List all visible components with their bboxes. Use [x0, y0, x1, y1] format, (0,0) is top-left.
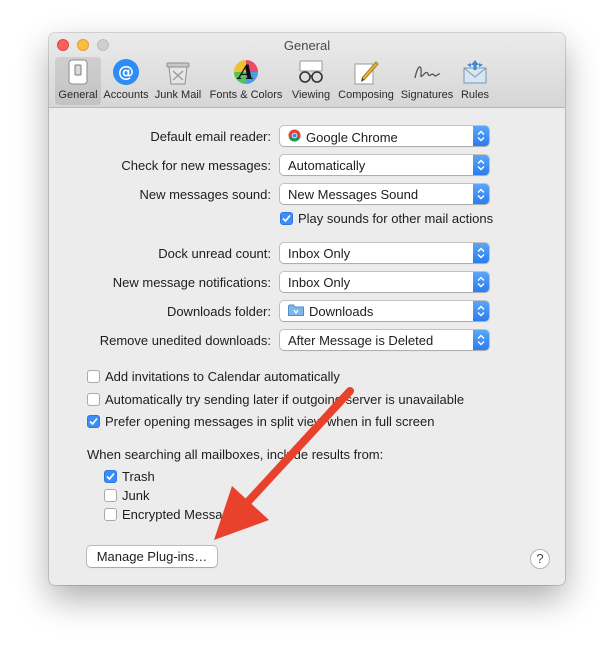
default-reader-label: Default email reader:: [150, 129, 271, 144]
dock-unread-value: Inbox Only: [288, 246, 351, 261]
manage-plugins-button[interactable]: Manage Plug-ins…: [87, 546, 217, 567]
search-encrypted-label: Encrypted Messages: [122, 507, 244, 522]
general-settings-pane: Default email reader: Google Chrome Chec…: [49, 108, 565, 585]
chevron-updown-icon: [473, 272, 489, 292]
checkmark-icon: [280, 212, 293, 225]
folder-icon: [288, 304, 304, 319]
default-reader-popup[interactable]: Google Chrome: [280, 126, 489, 146]
svg-text:@: @: [118, 62, 134, 81]
chevron-updown-icon: [473, 243, 489, 263]
checkmark-icon: [87, 415, 100, 428]
tab-general-label: General: [58, 89, 98, 101]
chevron-updown-icon: [473, 184, 489, 204]
junk-mail-trash-icon: [163, 57, 193, 87]
try-sending-later-label: Automatically try sending later if outgo…: [105, 392, 465, 407]
tab-general[interactable]: General: [55, 57, 101, 105]
notifications-popup[interactable]: Inbox Only: [280, 272, 489, 292]
remove-downloads-popup[interactable]: After Message is Deleted: [280, 330, 489, 350]
accounts-at-icon: @: [111, 57, 141, 87]
try-sending-later-checkbox[interactable]: Automatically try sending later if outgo…: [87, 392, 464, 407]
chrome-icon: [288, 129, 301, 145]
signature-icon: [412, 57, 442, 87]
messages-sound-value: New Messages Sound: [288, 187, 419, 202]
checkbox-empty: [87, 393, 100, 406]
dock-unread-popup[interactable]: Inbox Only: [280, 243, 489, 263]
chevron-updown-icon: [473, 301, 489, 321]
add-invitations-label: Add invitations to Calendar automaticall…: [105, 369, 340, 384]
tab-rules[interactable]: Rules: [457, 57, 493, 105]
rules-envelope-icon: [460, 57, 490, 87]
tab-signatures-label: Signatures: [400, 89, 454, 101]
notifications-label: New message notifications:: [112, 275, 271, 290]
viewing-glasses-icon: [296, 57, 326, 87]
tab-fonts-colors[interactable]: A Fonts & Colors: [207, 57, 285, 105]
remove-downloads-label: Remove unedited downloads:: [99, 333, 271, 348]
chevron-updown-icon: [473, 330, 489, 350]
downloads-folder-value: Downloads: [309, 304, 374, 319]
notifications-row: New message notifications: Inbox Only: [49, 272, 565, 294]
fonts-colors-icon: A: [231, 57, 261, 87]
checkbox-empty: [104, 489, 117, 502]
messages-sound-popup[interactable]: New Messages Sound: [280, 184, 489, 204]
checkbox-empty: [104, 508, 117, 521]
split-view-label: Prefer opening messages in split view wh…: [105, 414, 435, 429]
search-encrypted-checkbox[interactable]: Encrypted Messages: [104, 507, 243, 522]
general-switch-icon: [63, 57, 93, 87]
downloads-folder-row: Downloads folder: Downloads: [49, 301, 565, 323]
tab-junk-mail-label: Junk Mail: [154, 89, 202, 101]
tab-viewing-label: Viewing: [291, 89, 331, 101]
play-sounds-label: Play sounds for other mail actions: [298, 211, 494, 226]
tab-rules-label: Rules: [460, 89, 490, 101]
default-reader-row: Default email reader: Google Chrome: [49, 126, 565, 148]
preferences-window: General General @ Accounts Junk Mail A F…: [49, 33, 565, 585]
chevron-updown-icon: [473, 155, 489, 175]
messages-sound-label: New messages sound:: [139, 187, 271, 202]
remove-downloads-value: After Message is Deleted: [288, 333, 434, 348]
search-trash-label: Trash: [122, 469, 155, 484]
check-messages-label: Check for new messages:: [121, 158, 271, 173]
dock-unread-row: Dock unread count: Inbox Only: [49, 243, 565, 265]
check-messages-popup[interactable]: Automatically: [280, 155, 489, 175]
tab-accounts[interactable]: @ Accounts: [101, 57, 151, 105]
titlebar: General General @ Accounts Junk Mail A F…: [49, 33, 565, 108]
add-invitations-checkbox[interactable]: Add invitations to Calendar automaticall…: [87, 369, 340, 384]
tab-junk-mail[interactable]: Junk Mail: [153, 57, 203, 105]
composing-pencil-icon: [351, 57, 381, 87]
notifications-value: Inbox Only: [288, 275, 351, 290]
tab-accounts-label: Accounts: [103, 89, 149, 101]
check-messages-value: Automatically: [288, 158, 366, 173]
tab-signatures[interactable]: Signatures: [399, 57, 455, 105]
chevron-updown-icon: [473, 126, 489, 146]
downloads-folder-popup[interactable]: Downloads: [280, 301, 489, 321]
tab-fonts-colors-label: Fonts & Colors: [209, 89, 283, 101]
check-messages-row: Check for new messages: Automatically: [49, 155, 565, 177]
search-junk-label: Junk: [122, 488, 150, 503]
messages-sound-row: New messages sound: New Messages Sound: [49, 184, 565, 206]
search-junk-checkbox[interactable]: Junk: [104, 488, 149, 503]
help-button[interactable]: ?: [530, 549, 550, 569]
search-trash-checkbox[interactable]: Trash: [104, 469, 155, 484]
svg-text:A: A: [236, 60, 254, 84]
checkmark-icon: [104, 470, 117, 483]
downloads-folder-label: Downloads folder:: [166, 304, 271, 319]
remove-downloads-row: Remove unedited downloads: After Message…: [49, 330, 565, 352]
default-reader-value: Google Chrome: [306, 129, 398, 145]
tab-composing[interactable]: Composing: [337, 57, 395, 105]
search-heading: When searching all mailboxes, include re…: [87, 447, 384, 462]
checkbox-empty: [87, 370, 100, 383]
tab-composing-label: Composing: [338, 89, 394, 101]
tab-viewing[interactable]: Viewing: [289, 57, 333, 105]
window-title: General: [283, 38, 331, 53]
play-sounds-checkbox[interactable]: Play sounds for other mail actions: [280, 211, 493, 226]
split-view-checkbox[interactable]: Prefer opening messages in split view wh…: [87, 414, 435, 429]
dock-unread-label: Dock unread count:: [158, 246, 271, 261]
